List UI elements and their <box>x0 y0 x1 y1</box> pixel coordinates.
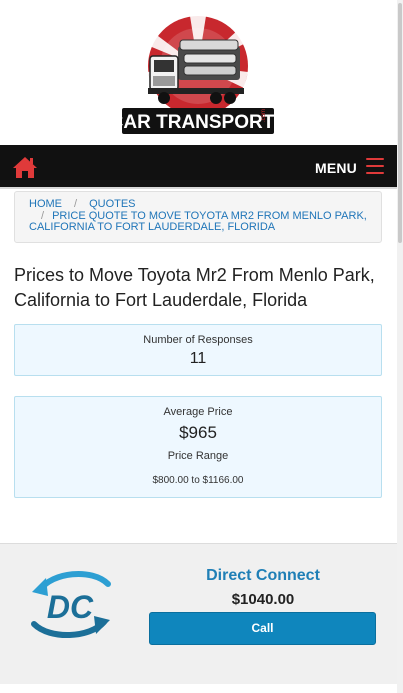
direct-connect-logo: DC <box>31 571 111 638</box>
scrollbar[interactable] <box>397 0 403 693</box>
car-transport-logo[interactable]: CAR TRANSPORT .com <box>120 16 276 136</box>
price-card: Average Price $965 Price Range $800.00 t… <box>14 396 382 498</box>
direct-connect-title: Direct Connect <box>206 567 320 584</box>
responses-value: 11 <box>189 350 207 367</box>
breadcrumb-home-link[interactable]: HOME <box>29 198 62 210</box>
site-header: CAR TRANSPORT .com <box>0 0 397 145</box>
logo-suffix: .com <box>261 109 267 122</box>
page-title: Prices to Move Toyota Mr2 From Menlo Par… <box>14 265 375 310</box>
responses-card: Number of Responses 11 <box>14 324 382 376</box>
hamburger-icon[interactable] <box>366 158 384 176</box>
responses-label: Number of Responses <box>143 334 253 346</box>
price-range-label: Price Range <box>167 450 229 462</box>
logo-text: CAR TRANSPORT <box>120 112 275 133</box>
price-range-value: $800.00 to $1166.00 <box>152 475 244 486</box>
breadcrumb-separator: / <box>74 198 78 210</box>
page: CAR TRANSPORT .com MENU HOME / QUOTES / PRIC… <box>0 0 397 693</box>
breadcrumb-separator: / <box>41 209 45 222</box>
direct-connect-panel: DC Direct Connect $1040.00 Call <box>0 543 397 684</box>
scrollbar-thumb[interactable] <box>398 3 402 243</box>
direct-connect-price: $1040.00 <box>231 591 295 608</box>
menu-label[interactable]: MENU <box>315 160 357 176</box>
breadcrumb: HOME / QUOTES / PRICE QUOTE TO MOVE TOYOTA M… <box>14 191 382 243</box>
dc-logo-text: DC <box>47 589 94 625</box>
breadcrumb-quotes-link[interactable]: QUOTES <box>89 198 135 210</box>
home-icon[interactable] <box>12 155 38 179</box>
breadcrumb-current-link[interactable]: PRICE QUOTE TO MOVE TOYOTA MR2 FROM MENL… <box>29 210 367 234</box>
call-button[interactable]: Call <box>149 612 376 645</box>
main-navbar: MENU <box>0 145 397 189</box>
average-price-label: Average Price <box>163 406 233 418</box>
average-price-value: $965 <box>179 423 217 442</box>
